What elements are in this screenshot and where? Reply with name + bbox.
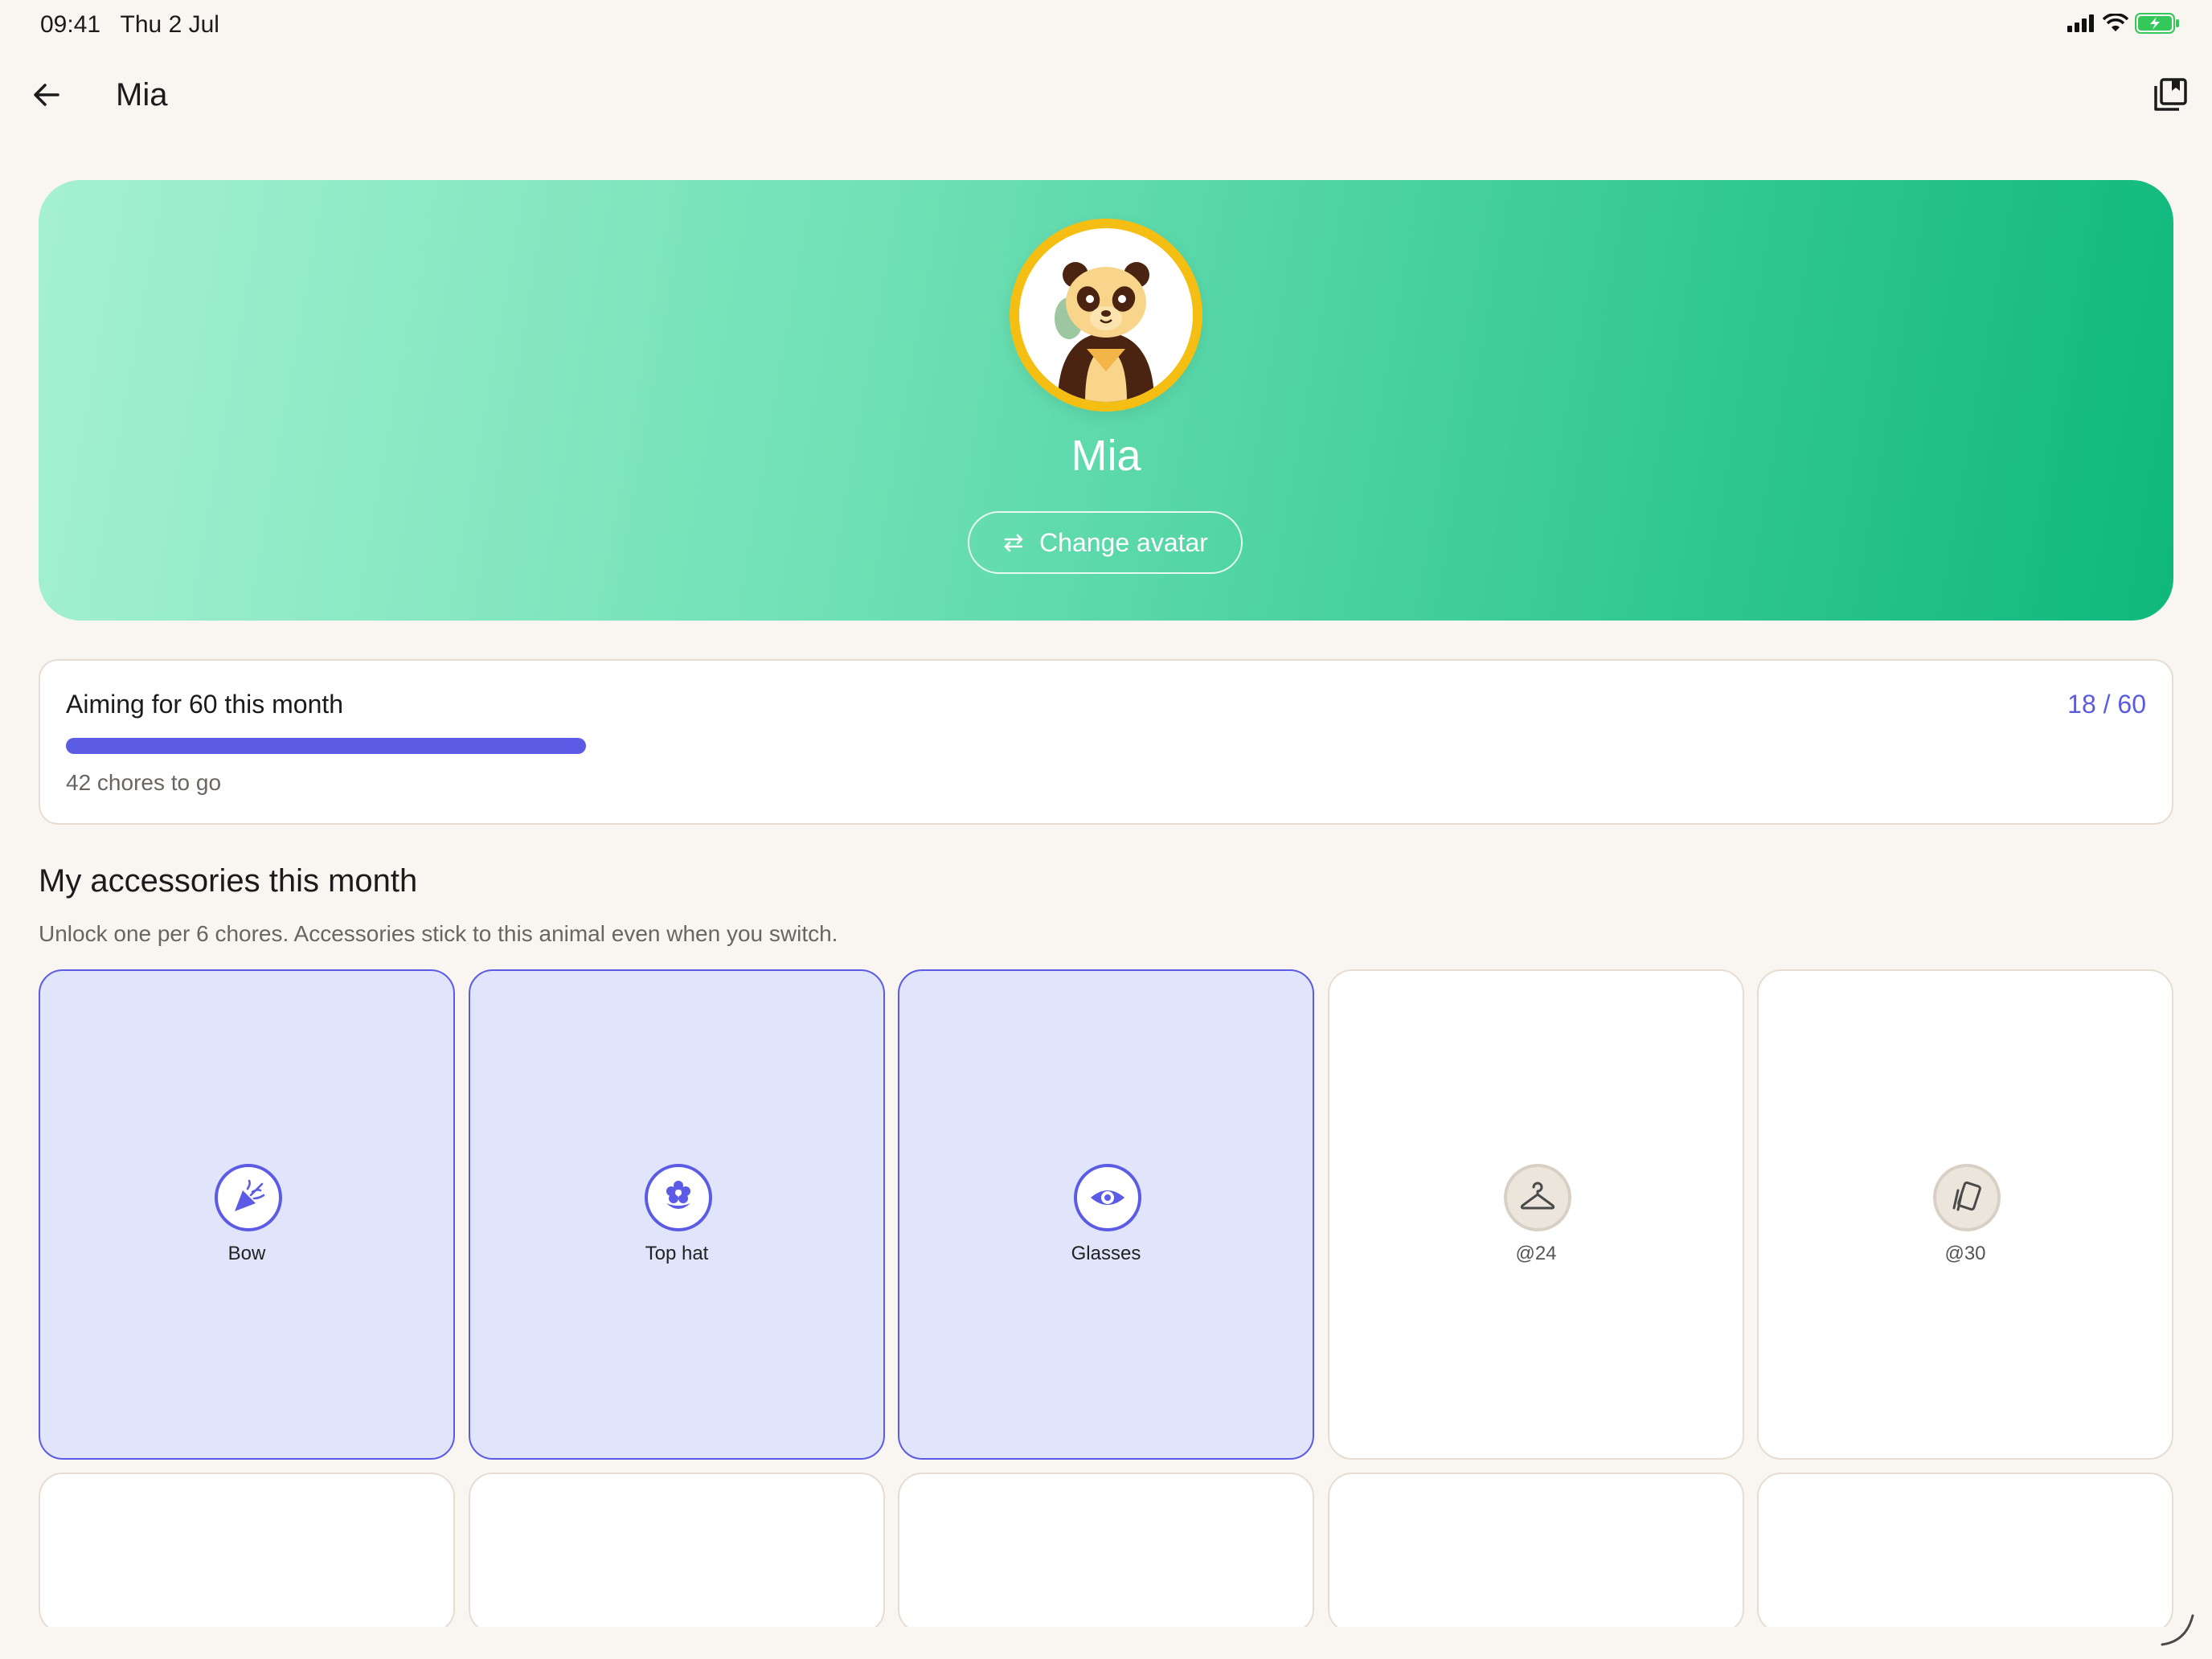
bottom-edge: [0, 1627, 2212, 1659]
goal-progress-bar: [66, 738, 2146, 754]
accessory-label: Top hat: [645, 1243, 709, 1264]
accessory-tile-locked-30[interactable]: @30: [1757, 969, 2173, 1460]
accessory-badge: [1933, 1164, 2001, 1231]
avatar[interactable]: [1010, 219, 1202, 412]
accessory-tile-empty[interactable]: [1328, 1473, 1744, 1633]
wifi-icon: [2103, 14, 2128, 31]
accessory-badge: [645, 1164, 712, 1231]
panda-icon: [1055, 262, 1154, 402]
status-icons: [2067, 13, 2180, 34]
accessory-tile-empty[interactable]: [39, 1473, 455, 1633]
accessory-tile-top-hat[interactable]: Top hat: [469, 969, 885, 1460]
flower-icon: [666, 1181, 690, 1209]
accessory-tile-bow[interactable]: Bow: [39, 969, 455, 1460]
profile-name: Mia: [1071, 432, 1141, 480]
accessory-tile-empty[interactable]: [1757, 1473, 2173, 1633]
status-time: 09:41: [40, 11, 101, 38]
goal-remaining: 42 chores to go: [66, 770, 222, 795]
accessory-label: @24: [1515, 1243, 1557, 1264]
accessory-label: @30: [1944, 1243, 1986, 1264]
cards-icon: [1952, 1181, 1981, 1211]
battery-icon: [2135, 13, 2179, 34]
eye-icon: [1091, 1190, 1124, 1205]
scroll-indicator-icon: [2161, 1614, 2194, 1646]
accessory-label: Glasses: [1071, 1243, 1141, 1264]
party-popper-icon: [235, 1179, 265, 1211]
signal-icon: [2067, 14, 2094, 32]
accessory-badge: [1504, 1164, 1571, 1231]
accessory-badge: [1074, 1164, 1141, 1231]
change-avatar-button[interactable]: Change avatar: [968, 511, 1243, 574]
accessory-tile-glasses[interactable]: Glasses: [898, 969, 1314, 1460]
goal-progress-fill: [66, 738, 586, 754]
accessory-badge: [215, 1164, 282, 1231]
arrow-left-icon: [34, 84, 59, 106]
status-bar-clock: 09:41 Thu 2 Jul: [40, 11, 219, 39]
goal-title: Aiming for 60 this month: [66, 690, 344, 719]
swap-arrows-icon: [1004, 534, 1023, 552]
status-date: Thu 2 Jul: [120, 11, 219, 38]
accessory-tile-empty[interactable]: [898, 1473, 1314, 1633]
change-avatar-label: Change avatar: [1039, 527, 1208, 557]
library-bookmark-icon: [2154, 78, 2187, 111]
panda-avatar-image: [1019, 228, 1193, 402]
library-button[interactable]: [2148, 72, 2193, 117]
accessory-tile-empty[interactable]: [469, 1473, 885, 1633]
page-title: Mia: [116, 77, 168, 113]
goal-count: 18 / 60: [2067, 690, 2146, 719]
accessories-subtitle: Unlock one per 6 chores. Accessories sti…: [39, 921, 838, 946]
accessories-title: My accessories this month: [39, 863, 418, 899]
accessory-tile-locked-24[interactable]: @24: [1328, 969, 1744, 1460]
accessory-label: Bow: [227, 1243, 266, 1264]
back-button[interactable]: [24, 72, 69, 117]
hanger-icon: [1520, 1182, 1555, 1210]
